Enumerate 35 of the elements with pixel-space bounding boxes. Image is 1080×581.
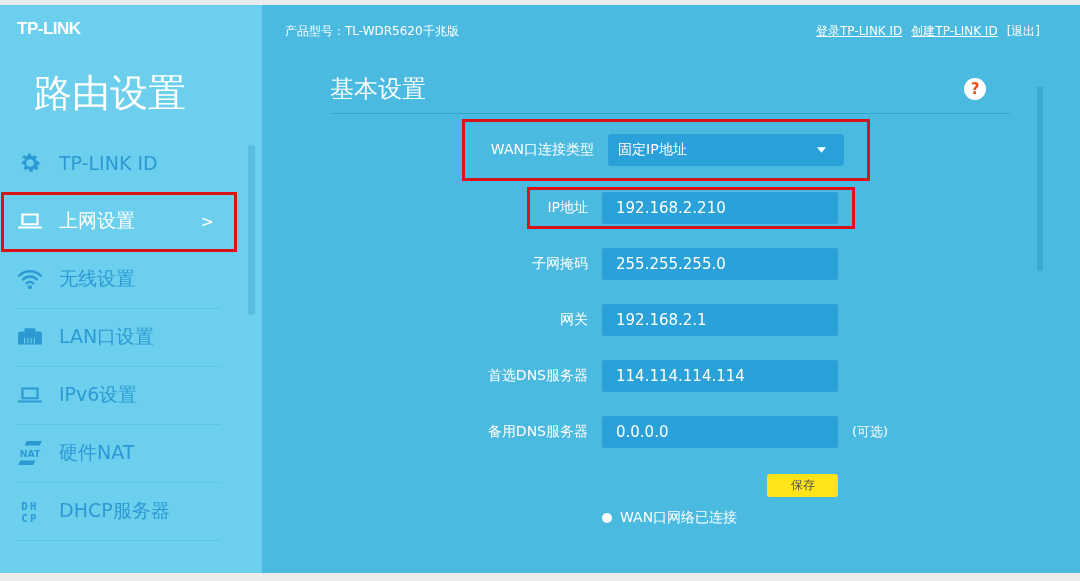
nav-item[interactable]: NAT 硬件NAT (17, 424, 221, 483)
nav-item[interactable]: TP-LINK ID (17, 134, 221, 193)
account-link[interactable]: 创建TP-LINK ID (911, 22, 998, 40)
product-model: 产品型号：TL-WDR5620千兆版 (285, 22, 459, 40)
sidebar-title: 路由设置 (34, 73, 186, 115)
field-note: (可选) (852, 423, 890, 441)
input-field[interactable]: 114.114.114.114 (602, 360, 838, 392)
status-dot (602, 513, 612, 523)
input-field[interactable]: 255.255.255.0 (602, 248, 838, 280)
nav-item[interactable]: DHCP DHCP服务器 (17, 482, 221, 541)
section-title: 基本设置 (330, 74, 426, 105)
input-field[interactable]: 0.0.0.0 (602, 416, 838, 448)
status-text: WAN口网络已连接 (620, 509, 738, 527)
nav-item[interactable]: 上网设置 > (2, 192, 236, 251)
nat-icon: NAT (17, 440, 43, 467)
input-field[interactable]: 192.168.2.1 (602, 304, 838, 336)
input-field[interactable]: 192.168.2.210 (602, 192, 838, 224)
field-label: 子网掩码 (531, 255, 588, 273)
caret-icon (817, 147, 826, 153)
chevron: > (200, 211, 214, 231)
nav-item[interactable]: 无线设置 (17, 250, 221, 309)
nav-item[interactable]: IPv6设置 (17, 366, 221, 425)
field-label: 备用DNS服务器 (486, 423, 588, 441)
save-button[interactable]: 保存 (767, 474, 838, 497)
logo: TP-LINK (17, 19, 81, 39)
account-link[interactable]: 登录TP-LINK ID (816, 22, 903, 40)
dhcp-icon: DHCP (17, 498, 43, 525)
nav-item[interactable]: LAN口设置 (17, 308, 221, 367)
field-label: WAN口连接类型 (489, 141, 594, 159)
help-button[interactable]: ? (964, 78, 986, 100)
logout-link[interactable]: [退出] (1006, 22, 1040, 40)
field-label: IP地址 (546, 199, 588, 217)
field-label: 网关 (559, 311, 588, 329)
field-label: 首选DNS服务器 (486, 367, 588, 385)
dropdown[interactable]: 固定IP地址 (608, 134, 844, 166)
